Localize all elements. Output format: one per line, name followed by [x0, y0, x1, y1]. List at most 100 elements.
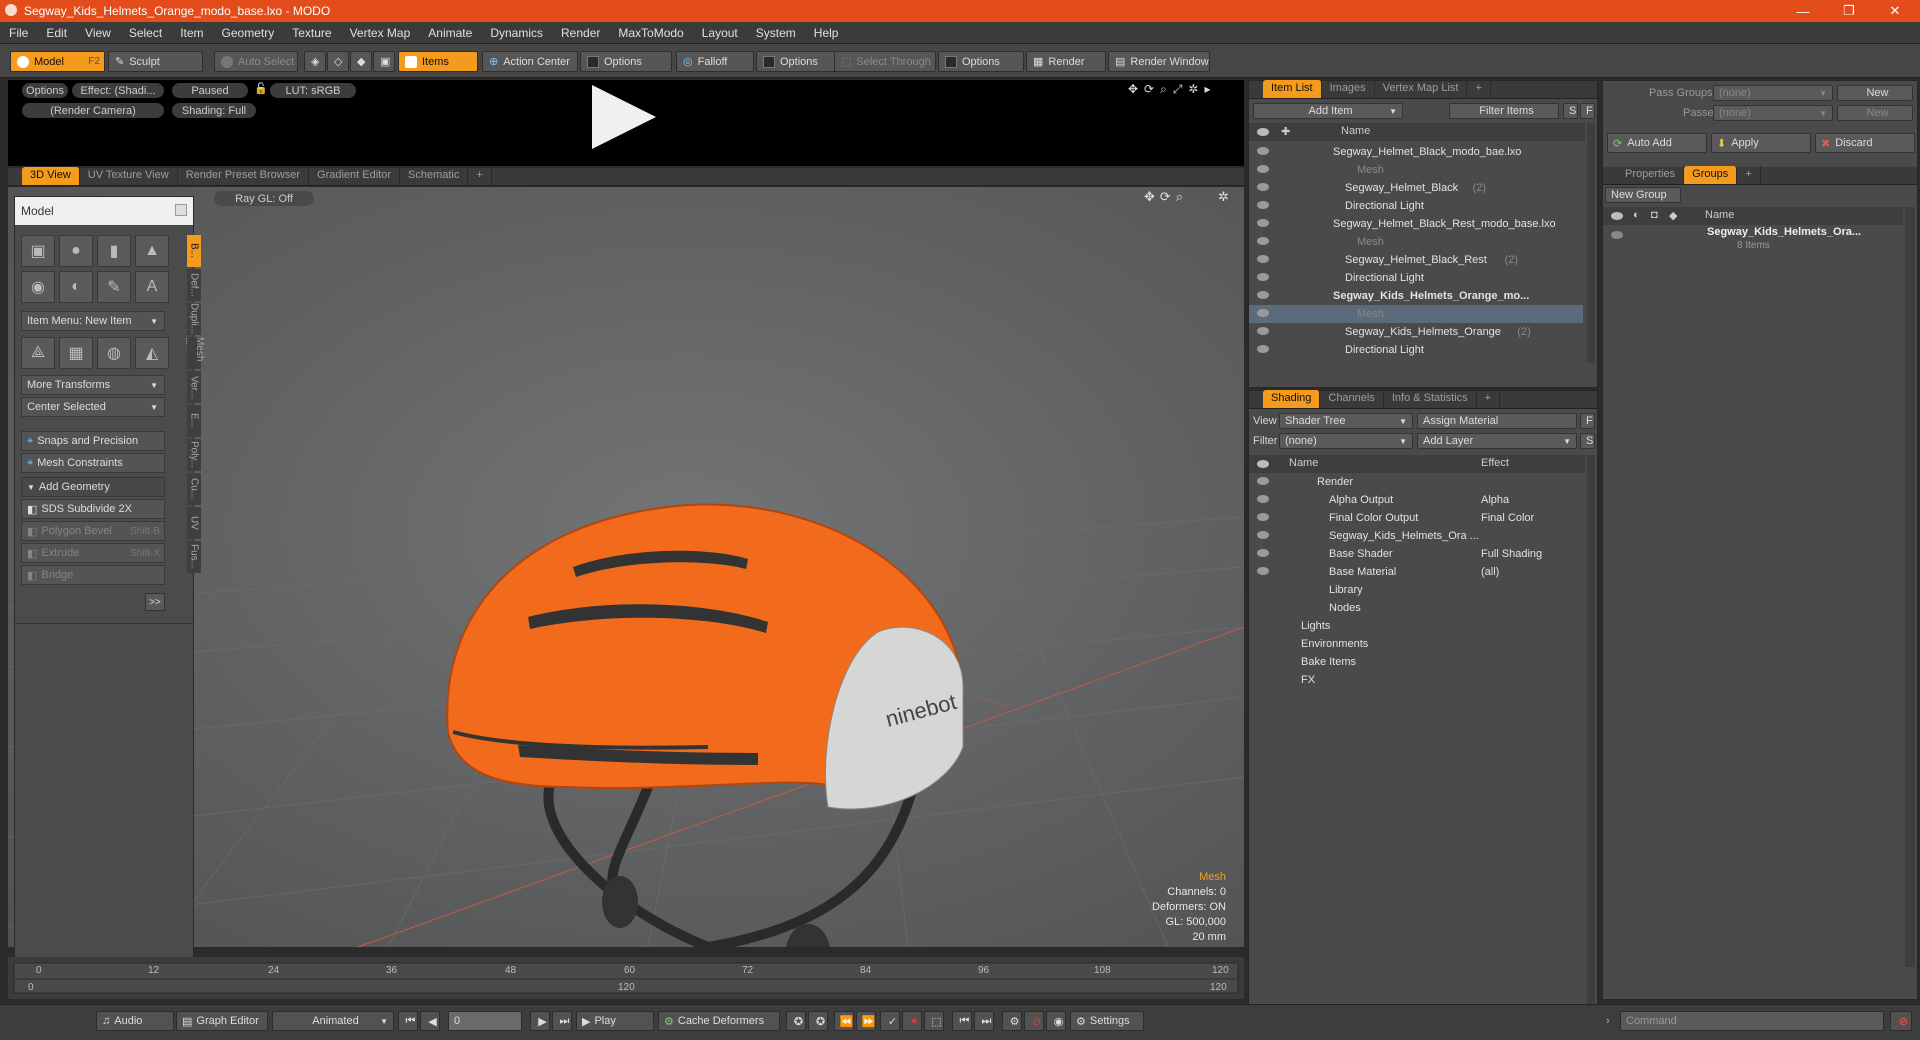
eye-icon[interactable]	[1257, 291, 1269, 299]
shader-tree-row[interactable]: FX	[1249, 671, 1583, 689]
transform-icon[interactable]: ⟁	[21, 337, 55, 369]
center-selected-dropdown[interactable]: Center Selected ▼	[21, 397, 165, 417]
shader-tree-row[interactable]: Lights	[1249, 617, 1583, 635]
menu-help[interactable]: Help	[805, 26, 848, 40]
menu-item[interactable]: Item	[171, 26, 212, 40]
grid-icon[interactable]: ▦	[59, 337, 93, 369]
item-list-row[interactable]: Segway_Kids_Helmets_Orange_mo...	[1249, 287, 1583, 305]
apply-button[interactable]: ⬇ Apply	[1711, 133, 1811, 153]
lut-dropdown[interactable]: LUT: sRGB	[270, 83, 356, 98]
key-transform-icon[interactable]: ✪	[786, 1011, 806, 1031]
falloff-button[interactable]: ◎ Falloff	[676, 51, 754, 72]
menu-view[interactable]: View	[76, 26, 120, 40]
item-list-row[interactable]: Directional Light	[1249, 269, 1583, 287]
item-list-row[interactable]: Mesh	[1249, 161, 1583, 179]
assign-material-button[interactable]: Assign Material	[1417, 413, 1577, 429]
vtab-basic[interactable]: B...	[187, 235, 201, 267]
select-through-options-button[interactable]: Options	[938, 51, 1024, 72]
vertices-mode-button[interactable]: ◈	[304, 51, 326, 72]
sphere-icon[interactable]: ●	[59, 235, 93, 267]
shader-tree-row[interactable]: Environments	[1249, 635, 1583, 653]
cube-icon[interactable]: ▣	[21, 235, 55, 267]
menu-file[interactable]: File	[0, 26, 37, 40]
ray-gl-toggle[interactable]: Ray GL: Off	[214, 191, 314, 206]
mesh-constraints-button[interactable]: ⌖ Mesh Constraints	[21, 453, 165, 473]
close-button[interactable]: ✕	[1872, 0, 1918, 22]
effect-value[interactable]: Final Color	[1481, 512, 1534, 524]
eye-icon[interactable]	[1257, 477, 1269, 485]
vtab-polygon[interactable]: Poly...	[187, 439, 201, 471]
add-layer-dropdown[interactable]: Add Layer ▼	[1417, 433, 1577, 449]
new-group-button[interactable]: New Group	[1605, 187, 1681, 203]
auto-add-button[interactable]: ⟳ Auto Add	[1607, 133, 1707, 153]
timeline[interactable]: 0 12 24 36 48 60 72 84 96 108 120 0 120 …	[8, 957, 1244, 999]
add-item-dropdown[interactable]: Add Item ▼	[1253, 103, 1403, 119]
camera-dropdown[interactable]: (Render Camera)	[22, 103, 164, 118]
filter-items-input[interactable]: Filter Items	[1449, 103, 1559, 119]
polygon-bevel-button[interactable]: ◧ Polygon Bevel Shift-B	[21, 521, 165, 541]
filter-dropdown[interactable]: (none) ▼	[1279, 433, 1413, 449]
tab-gradient-editor[interactable]: Gradient Editor	[309, 167, 400, 185]
menu-select[interactable]: Select	[120, 26, 171, 40]
preview-effect-dropdown[interactable]: Effect: (Shadi...	[72, 83, 164, 98]
new-pass-group-button[interactable]: New	[1837, 85, 1913, 101]
globe-icon[interactable]: ◍	[97, 337, 131, 369]
vtab-deform[interactable]: Def...	[187, 269, 201, 301]
tab-render-preset-browser[interactable]: Render Preset Browser	[178, 167, 310, 185]
eye-icon[interactable]	[1257, 549, 1269, 557]
eye-icon[interactable]	[1257, 219, 1269, 227]
minimize-button[interactable]: —	[1780, 0, 1826, 22]
vtab-uv[interactable]: UV	[187, 507, 201, 539]
bridge-button[interactable]: ◧ Bridge	[21, 565, 165, 585]
eye-icon[interactable]	[1257, 201, 1269, 209]
discard-button[interactable]: ✖ Discard	[1815, 133, 1915, 153]
group-visibility-icon[interactable]	[1611, 231, 1623, 239]
delete-key-icon[interactable]: ⊘	[1024, 1011, 1044, 1031]
viewport-settings-icon[interactable]: ✲	[1218, 189, 1229, 205]
shading-scrollbar[interactable]	[1587, 455, 1595, 1015]
graph-editor-button[interactable]: ▤ Graph Editor	[176, 1011, 268, 1031]
preview-options-button[interactable]: Options	[22, 83, 68, 98]
vtab-vertex[interactable]: Ver...	[187, 371, 201, 403]
menu-maxtomodo[interactable]: MaxToModo	[609, 26, 692, 40]
menu-animate[interactable]: Animate	[419, 26, 481, 40]
eye-icon[interactable]	[1257, 345, 1269, 353]
tab-uv-texture-view[interactable]: UV Texture View	[80, 167, 178, 185]
model-mode-button[interactable]: Model F2	[10, 51, 105, 72]
eye-icon[interactable]	[1257, 165, 1269, 173]
preview-paused-button[interactable]: Paused	[172, 83, 248, 98]
shader-tree-row[interactable]: Render	[1249, 473, 1583, 491]
next-frame-icon[interactable]: ⏩	[856, 1011, 876, 1031]
tab-properties[interactable]: Properties	[1617, 166, 1685, 184]
shader-tree-row[interactable]: Segway_Kids_Helmets_Ora ...	[1249, 527, 1583, 545]
play-button[interactable]: ▶ Play	[576, 1011, 654, 1031]
audio-button[interactable]: ♫ Audio	[96, 1011, 174, 1031]
eye-icon[interactable]	[1257, 183, 1269, 191]
cylinder-icon[interactable]: ▮	[97, 235, 131, 267]
pen-icon[interactable]: ✎	[97, 271, 131, 303]
settings-button[interactable]: ⚙ Settings	[1070, 1011, 1144, 1031]
eye-icon[interactable]	[1257, 567, 1269, 575]
command-input[interactable]: Command	[1620, 1011, 1884, 1031]
record-icon[interactable]: ●	[902, 1011, 922, 1031]
cone-icon[interactable]: ▲	[135, 235, 169, 267]
capsule-icon[interactable]: ◐	[59, 271, 93, 303]
cache-deformers-button[interactable]: ⚙ Cache Deformers	[658, 1011, 780, 1031]
edges-mode-button[interactable]: ◇	[327, 51, 349, 72]
vtab-duplicate[interactable]: Dupli...	[187, 303, 201, 335]
go-start-button[interactable]: ⏮	[398, 1011, 418, 1031]
lock-icon[interactable]: 🔓	[254, 82, 268, 95]
prev-frame-icon[interactable]: ⏪	[834, 1011, 854, 1031]
effect-value[interactable]: (all)	[1481, 566, 1499, 578]
skip-back-icon[interactable]: ⏮	[952, 1011, 972, 1031]
animated-dropdown[interactable]: Animated ▼	[272, 1011, 394, 1031]
eye-icon[interactable]	[1257, 531, 1269, 539]
text-icon[interactable]: A	[135, 271, 169, 303]
tab-shading[interactable]: Shading	[1263, 390, 1321, 408]
range-mid[interactable]: 120	[618, 982, 635, 993]
add-tab-icon[interactable]: +	[1477, 390, 1501, 408]
polygons-mode-button[interactable]: ◆	[350, 51, 372, 72]
tab-images[interactable]: Images	[1322, 80, 1375, 98]
tab-channels[interactable]: Channels	[1320, 390, 1384, 408]
shader-tree-row[interactable]: Alpha Output Alpha	[1249, 491, 1583, 509]
